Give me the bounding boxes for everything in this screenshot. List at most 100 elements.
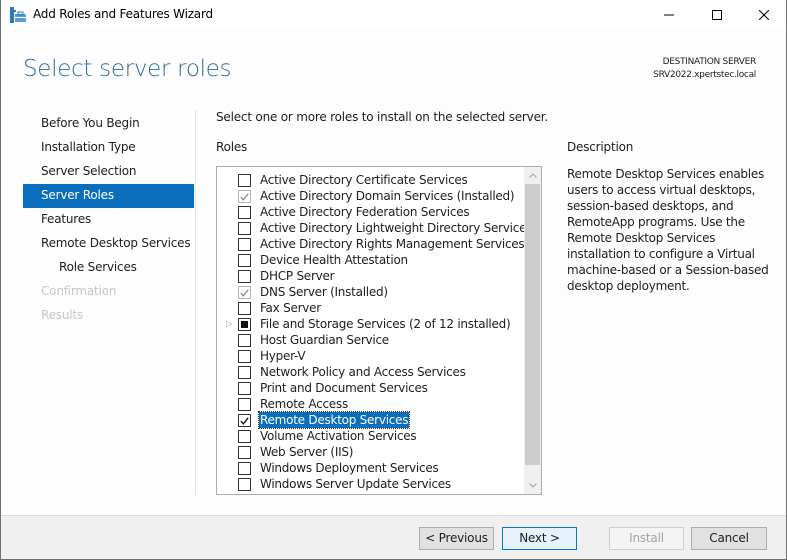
role-item[interactable]: Web Server (IIS) [217, 444, 522, 460]
role-checkbox[interactable] [238, 334, 251, 347]
minimize-icon [664, 14, 674, 16]
role-checkbox[interactable] [238, 206, 251, 219]
role-item[interactable]: Active Directory Domain Services (Instal… [217, 188, 522, 204]
close-button[interactable] [741, 0, 787, 30]
role-checkbox[interactable] [238, 478, 251, 491]
role-label[interactable]: Active Directory Federation Services [259, 204, 470, 220]
description-text: Remote Desktop Services enables users to… [567, 167, 769, 293]
role-item[interactable]: Active Directory Lightweight Directory S… [217, 220, 533, 236]
nav-step-results: Results [41, 308, 83, 322]
role-label[interactable]: Host Guardian Service [259, 332, 390, 348]
nav-step-server-selection[interactable]: Server Selection [23, 160, 194, 184]
nav-step-remote-desktop-services[interactable]: Remote Desktop Services [23, 232, 194, 256]
checkmark-icon [240, 416, 249, 425]
next-button[interactable]: Next > [502, 527, 577, 550]
role-item[interactable]: DHCP Server [217, 268, 522, 284]
role-checkbox[interactable] [238, 366, 251, 379]
role-label[interactable]: Windows Deployment Services [259, 460, 439, 476]
nav-step-confirmation: Confirmation [41, 284, 117, 298]
role-label[interactable]: Fax Server [259, 300, 322, 316]
role-checkbox [238, 286, 251, 299]
minimize-button[interactable] [646, 0, 692, 30]
role-item[interactable]: Active Directory Rights Management Servi… [217, 236, 525, 252]
destination-server-name: SRV2022.xpertstec.local [653, 70, 756, 80]
role-checkbox[interactable] [238, 254, 251, 267]
role-item[interactable]: Print and Document Services [217, 380, 522, 396]
role-checkbox[interactable] [238, 398, 251, 411]
scroll-thumb[interactable] [525, 184, 540, 465]
role-checkbox[interactable] [238, 222, 251, 235]
role-label[interactable]: Web Server (IIS) [259, 444, 354, 460]
role-checkbox[interactable] [238, 382, 251, 395]
expand-arrow-icon[interactable]: ▷ [226, 319, 232, 328]
scroll-up-button[interactable] [524, 167, 541, 184]
scroll-down-button[interactable] [524, 477, 541, 494]
role-checkbox[interactable] [238, 238, 251, 251]
nav-step-before-you-begin[interactable]: Before You Begin [23, 112, 194, 136]
role-label[interactable]: DHCP Server [259, 268, 335, 284]
role-label[interactable]: Device Health Attestation [259, 252, 409, 268]
role-label[interactable]: Windows Server Update Services [259, 476, 452, 492]
maximize-button[interactable] [694, 0, 740, 30]
maximize-icon [712, 10, 722, 20]
role-label[interactable]: Active Directory Domain Services (Instal… [259, 188, 515, 204]
role-checkbox[interactable] [238, 430, 251, 443]
role-checkbox[interactable] [238, 270, 251, 283]
role-label[interactable]: Remote Access [259, 396, 349, 412]
role-item[interactable]: Windows Server Update Services [217, 476, 522, 492]
role-label[interactable]: Network Policy and Access Services [259, 364, 467, 380]
role-checkbox[interactable] [238, 462, 251, 475]
chevron-up-icon [528, 173, 537, 178]
nav-step-installation-type[interactable]: Installation Type [23, 136, 194, 160]
close-icon [759, 10, 769, 20]
role-checkbox[interactable] [238, 174, 251, 187]
role-label[interactable]: Remote Desktop Services [257, 411, 411, 429]
role-item[interactable]: Active Directory Certificate Services [217, 172, 522, 188]
role-label[interactable]: Print and Document Services [259, 380, 429, 396]
wizard-steps-nav: Before You Begin Installation Type Serve… [23, 112, 194, 328]
checkmark-icon [240, 192, 249, 201]
roles-list: Active Directory Certificate Services Act… [216, 166, 542, 495]
role-label[interactable]: Active Directory Lightweight Directory S… [259, 220, 533, 236]
role-checkbox[interactable] [238, 350, 251, 363]
role-label[interactable]: Active Directory Rights Management Servi… [259, 236, 525, 252]
nav-step-role-services[interactable]: Role Services [23, 256, 194, 280]
role-label[interactable]: Active Directory Certificate Services [259, 172, 469, 188]
role-item[interactable]: Network Policy and Access Services [217, 364, 522, 380]
nav-step-server-roles[interactable]: Server Roles [23, 184, 194, 208]
role-item[interactable]: Device Health Attestation [217, 252, 522, 268]
role-checkbox[interactable] [238, 414, 251, 427]
roles-scrollbar[interactable] [524, 167, 541, 494]
page-title: Select server roles [23, 56, 232, 82]
role-item[interactable]: DNS Server (Installed) [217, 284, 522, 300]
destination-server-label: DESTINATION SERVER [662, 57, 757, 67]
wizard-footer: < Previous Next > Install Cancel [1, 515, 786, 559]
role-label[interactable]: DNS Server (Installed) [259, 284, 389, 300]
nav-divider [195, 110, 196, 494]
server-manager-icon [10, 7, 26, 23]
window-title: Add Roles and Features Wizard [33, 7, 213, 21]
chevron-down-icon [528, 483, 537, 488]
role-item[interactable]: Remote Desktop Services [217, 411, 522, 429]
role-item[interactable]: Remote Access [217, 396, 522, 412]
role-checkbox [238, 190, 251, 203]
role-label[interactable]: Volume Activation Services [259, 428, 417, 444]
role-item[interactable]: Active Directory Federation Services [217, 204, 522, 220]
role-checkbox[interactable] [238, 446, 251, 459]
role-checkbox[interactable] [238, 318, 251, 331]
nav-step-features[interactable]: Features [23, 208, 194, 232]
role-label[interactable]: File and Storage Services (2 of 12 insta… [259, 316, 511, 332]
wizard-window: Add Roles and Features Wizard Select ser… [0, 0, 787, 560]
role-item[interactable]: Fax Server [217, 300, 522, 316]
role-checkbox[interactable] [238, 302, 251, 315]
role-item[interactable]: Volume Activation Services [217, 428, 522, 444]
cancel-button[interactable]: Cancel [691, 527, 767, 550]
previous-button[interactable]: < Previous [419, 527, 494, 550]
title-bar: Add Roles and Features Wizard [1, 0, 786, 30]
role-item[interactable]: Hyper-V [217, 348, 522, 364]
role-item[interactable]: ▷ File and Storage Services (2 of 12 inst… [217, 316, 522, 332]
role-label[interactable]: Hyper-V [259, 348, 306, 364]
role-item[interactable]: Windows Deployment Services [217, 460, 522, 476]
roles-heading: Roles [216, 140, 248, 154]
role-item[interactable]: Host Guardian Service [217, 332, 522, 348]
